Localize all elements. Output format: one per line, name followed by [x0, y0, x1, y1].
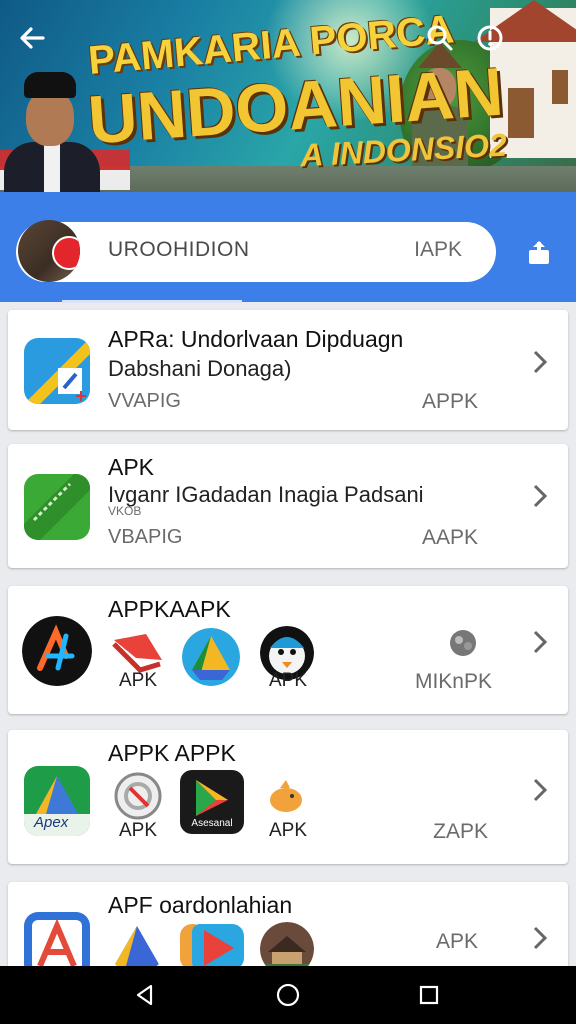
info-button[interactable] [470, 18, 510, 58]
mini-app-icon [112, 924, 162, 968]
system-navbar [0, 966, 576, 1024]
search-input[interactable]: UROOHIDION IAPK [16, 220, 496, 282]
app-title: APF oardonlahian [108, 892, 293, 918]
app-title: APPKAAPK [108, 596, 231, 622]
app-icon [24, 338, 90, 404]
app-apk-label: APPK [421, 390, 478, 413]
share-button[interactable] [520, 234, 558, 272]
app-meta: VBAPIG [108, 526, 183, 548]
back-button[interactable] [12, 18, 52, 58]
nav-back-button[interactable] [130, 980, 160, 1010]
mini-app-label: APK [118, 670, 158, 691]
search-suffix: IAPK [414, 238, 462, 261]
app-card[interactable]: APRa: Undorlvaan Dipduagn Dabshani Donag… [8, 310, 568, 430]
app-subtitle: Dabshani Donaga) [108, 356, 292, 381]
app-card[interactable]: APPKAAPK APK APK MIKnPK [8, 586, 568, 714]
nav-back-icon [136, 984, 153, 1006]
app-icon [22, 616, 92, 686]
app-icon: Apex [24, 766, 90, 836]
app-card[interactable]: APK Ivganr IGadadan Inagia Padsani VKOB … [8, 444, 568, 568]
app-title: APPK APPK [108, 740, 236, 766]
app-apk-label: AAPK [421, 526, 478, 549]
tab-indicator [62, 300, 242, 303]
app-subtitle: Ivganr IGadadan Inagia Padsani [108, 482, 424, 507]
app-card[interactable]: Apex APPK APPK APK Asesanal APK ZAPK [8, 730, 568, 864]
search-avatar [18, 220, 80, 282]
app-apk-label: ZAPK [433, 820, 488, 843]
app-title: APK [108, 454, 155, 480]
globe-icon [448, 628, 478, 658]
mini-app-icon: Asesanal [180, 770, 244, 834]
chevron-right-icon [533, 778, 548, 802]
nav-home-button[interactable] [273, 980, 303, 1010]
chevron-right-icon [533, 630, 548, 654]
app-small-text: VKOB [108, 504, 142, 518]
mini-app-icon [180, 924, 244, 970]
search-button[interactable] [420, 18, 460, 58]
search-query: UROOHIDION [108, 238, 250, 261]
app-icon-text: Apex [34, 814, 69, 831]
app-apk-label: MIKnPK [414, 670, 492, 693]
clock-icon [52, 236, 80, 270]
mini-app-label: APK [268, 670, 308, 691]
search-icon [427, 25, 453, 51]
nav-recents-button[interactable] [414, 980, 444, 1010]
mini-app-label: APK [118, 820, 158, 841]
chevron-right-icon [533, 484, 548, 508]
mini-app-icon [182, 628, 240, 686]
search-header: UROOHIDION IAPK [0, 192, 576, 302]
share-icon [529, 241, 549, 264]
app-apk-label: APK [435, 930, 478, 953]
info-icon [477, 25, 503, 51]
mini-app-text: Asesanal [191, 818, 233, 829]
app-meta: VVAPIG [108, 390, 181, 412]
mini-app-icon [114, 772, 162, 820]
chevron-right-icon [533, 926, 548, 950]
mini-app-label: APK [268, 820, 308, 841]
nav-home-icon [276, 983, 300, 1007]
bird-icon [266, 776, 306, 816]
back-arrow-icon [20, 27, 45, 49]
hero-banner: PAMKARIA PORCA UNDOANIAN A INDONSIO2 [0, 0, 576, 192]
app-icon [24, 474, 90, 540]
nav-recents-icon [419, 985, 439, 1005]
app-title: APRa: Undorlvaan Dipduagn [108, 326, 404, 352]
chevron-right-icon [533, 350, 548, 374]
